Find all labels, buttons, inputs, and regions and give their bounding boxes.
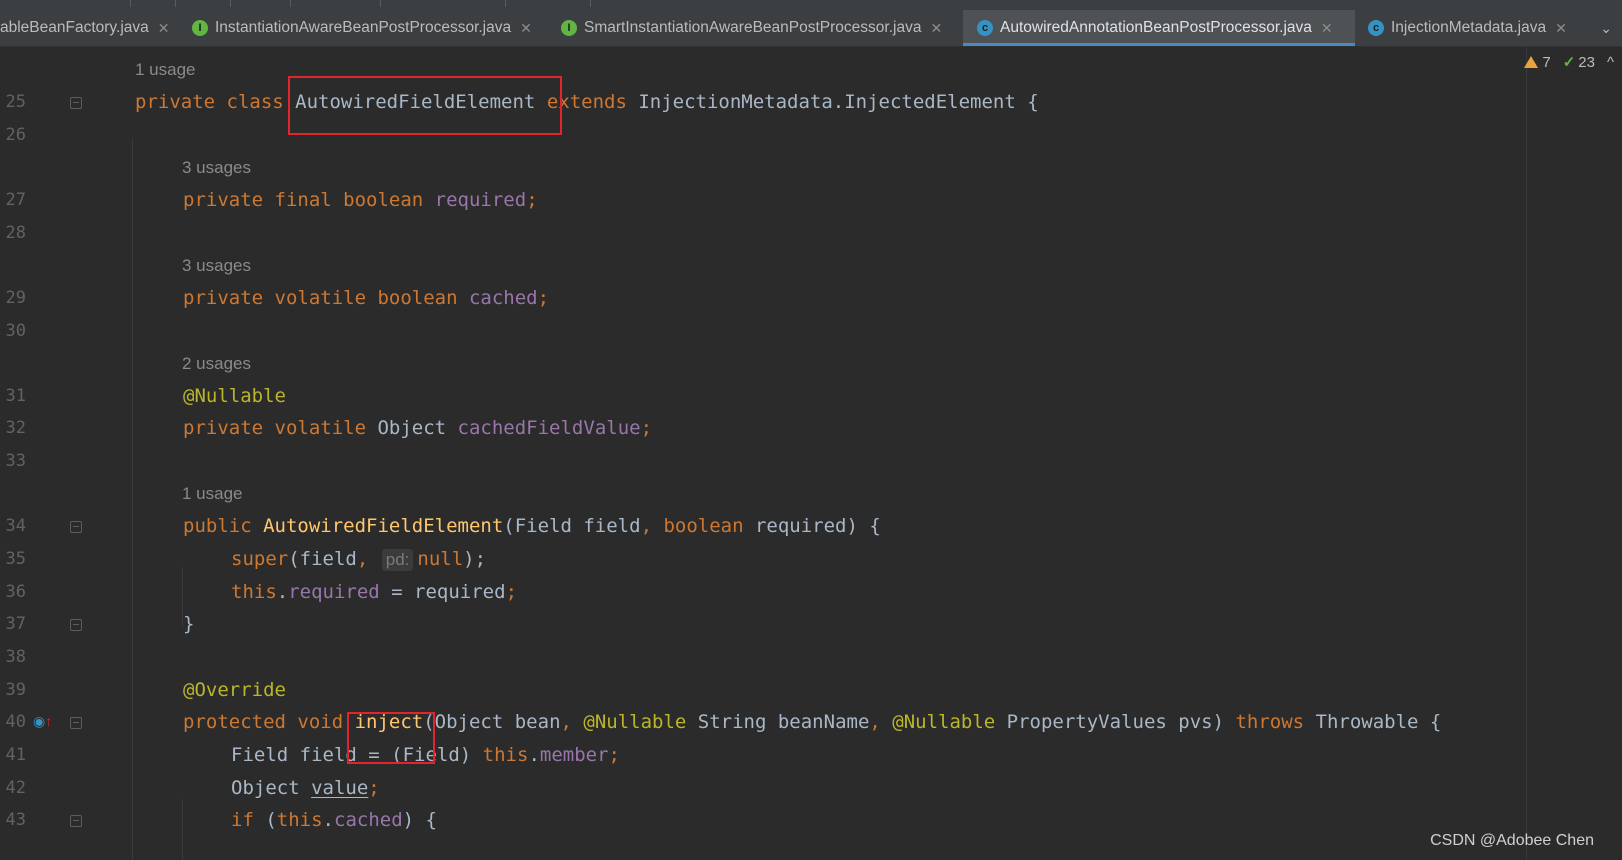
fold-marker-icon[interactable]	[70, 97, 82, 109]
line-number: 26	[5, 125, 26, 145]
divider	[380, 0, 381, 7]
checks-count[interactable]: ✓ 23	[1563, 53, 1595, 71]
code-line-39[interactable]: @Override	[183, 678, 286, 702]
warning-icon	[1524, 55, 1539, 68]
tab-label: InjectionMetadata.java	[1391, 19, 1547, 36]
code-line-42[interactable]: Object value;	[231, 776, 380, 800]
line-number: 43	[5, 810, 26, 830]
tab-label: SmartInstantiationAwareBeanPostProcessor…	[584, 19, 922, 36]
editor-tab-bar: ableBeanFactory.java ✕ I InstantiationAw…	[0, 10, 1622, 47]
fold-marker-icon[interactable]	[70, 521, 82, 533]
tab-label: ableBeanFactory.java	[0, 19, 149, 36]
indent-guide	[132, 139, 133, 860]
line-number: 38	[5, 647, 26, 667]
line-number: 42	[5, 778, 26, 798]
line-number: 37	[5, 614, 26, 634]
checkmark-icon: ✓	[1562, 54, 1576, 71]
line-number: 39	[5, 680, 26, 700]
usage-hint[interactable]: 1 usage	[182, 483, 243, 505]
line-number: 34	[5, 516, 26, 536]
code-line-34[interactable]: public AutowiredFieldElement(Field field…	[183, 514, 881, 538]
divider	[130, 0, 131, 7]
line-number: 28	[5, 223, 26, 243]
class-icon: c	[1368, 20, 1384, 36]
usage-hint[interactable]: 1 usage	[135, 59, 196, 81]
line-number: 25	[5, 92, 26, 112]
divider	[230, 0, 231, 7]
inspection-widget[interactable]: 7 ✓ 23 ^	[1524, 53, 1614, 71]
right-margin-guide	[1526, 47, 1527, 860]
close-icon[interactable]: ✕	[520, 20, 532, 37]
close-icon[interactable]: ✕	[158, 20, 170, 37]
line-number: 32	[5, 418, 26, 438]
code-editor[interactable]: 7 ✓ 23 ^ 25 26 27 28 29 30 31 32 33 34 35…	[0, 47, 1622, 860]
interface-icon: I	[192, 20, 208, 36]
divider	[590, 0, 591, 7]
code-line-29[interactable]: private volatile boolean cached;	[183, 286, 549, 310]
line-number: 27	[5, 190, 26, 210]
close-icon[interactable]: ✕	[1321, 20, 1333, 37]
class-icon: c	[977, 20, 993, 36]
code-line-35[interactable]: super(field, pd: null);	[231, 547, 486, 571]
tab-label: AutowiredAnnotationBeanPostProcessor.jav…	[1000, 19, 1312, 36]
code-line-32[interactable]: private volatile Object cachedFieldValue…	[183, 416, 652, 440]
line-number: 36	[5, 582, 26, 602]
tab-overflow-chevron-icon[interactable]: ⌄	[1600, 10, 1612, 46]
fold-marker-icon[interactable]	[70, 815, 82, 827]
code-line-43[interactable]: if (this.cached) {	[231, 808, 437, 832]
warnings-count[interactable]: 7	[1524, 54, 1551, 71]
line-number: 31	[5, 386, 26, 406]
line-number: 41	[5, 745, 26, 765]
tab-autowired-annotation-bean-post-processor[interactable]: c AutowiredAnnotationBeanPostProcessor.j…	[963, 10, 1355, 46]
tab-injection-metadata[interactable]: c InjectionMetadata.java ✕	[1368, 10, 1578, 46]
usage-hint[interactable]: 3 usages	[182, 157, 251, 179]
code-line-31[interactable]: @Nullable	[183, 384, 286, 408]
indent-guide	[182, 799, 183, 860]
parameter-hint: pd:	[381, 549, 414, 571]
divider	[290, 0, 291, 7]
interface-icon: I	[561, 20, 577, 36]
tab-label: InstantiationAwareBeanPostProcessor.java	[215, 19, 512, 36]
fold-marker-icon[interactable]	[70, 717, 82, 729]
tab-abstract-autowire-capable-bean-factory[interactable]: ableBeanFactory.java ✕	[0, 10, 176, 46]
line-number: 29	[5, 288, 26, 308]
chevron-up-icon[interactable]: ^	[1607, 54, 1614, 71]
code-line-36[interactable]: this.required = required;	[231, 580, 517, 604]
line-number: 33	[5, 451, 26, 471]
usage-hint[interactable]: 3 usages	[182, 255, 251, 277]
code-line-27[interactable]: private final boolean required;	[183, 188, 538, 212]
fold-marker-icon[interactable]	[70, 619, 82, 631]
highlight-box-class-name	[288, 76, 562, 135]
code-line-25[interactable]: private class AutowiredFieldElement exte…	[135, 90, 1039, 114]
tab-instantiation-aware-bean-post-processor[interactable]: I InstantiationAwareBeanPostProcessor.ja…	[192, 10, 552, 46]
divider	[175, 0, 176, 7]
close-icon[interactable]: ✕	[930, 20, 942, 37]
highlight-box-inject-method	[347, 712, 435, 764]
close-icon[interactable]: ✕	[1555, 20, 1567, 37]
usage-hint[interactable]: 2 usages	[182, 353, 251, 375]
override-method-icon[interactable]: ◉↑	[33, 713, 52, 730]
line-number: 40	[5, 712, 26, 732]
line-number: 35	[5, 549, 26, 569]
watermark: CSDN @Adobee Chen	[1430, 832, 1594, 849]
tab-smart-instantiation-aware-bean-post-processor[interactable]: I SmartInstantiationAwareBeanPostProcess…	[561, 10, 961, 46]
navigation-bar-strip	[0, 0, 1622, 10]
divider	[505, 0, 506, 7]
code-line-37[interactable]: }	[183, 612, 194, 636]
line-number: 30	[5, 321, 26, 341]
